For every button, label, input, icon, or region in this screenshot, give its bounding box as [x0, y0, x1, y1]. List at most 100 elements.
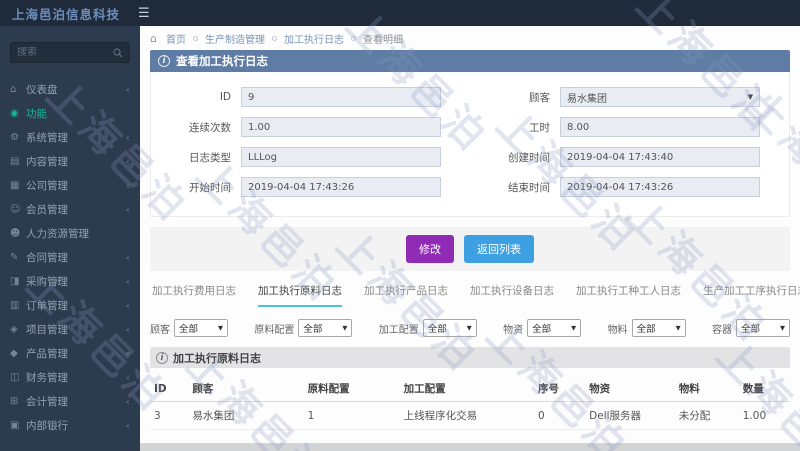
detail-tabs: 加工执行费用日志 加工执行原料日志 加工执行产品日志 加工执行设备日志 加工执行…: [150, 283, 800, 307]
col-quantity: 数量: [738, 376, 790, 402]
breadcrumb-separator: [192, 35, 198, 41]
search-icon: [113, 47, 123, 57]
breadcrumb-detail: 查看明细: [362, 34, 403, 46]
field-label-end-time: 结束时间: [508, 181, 550, 194]
project-icon: ◈: [10, 323, 18, 335]
top-header: 上海邑泊信息科技 ☰: [0, 0, 800, 26]
caret-down-icon: ▼: [342, 324, 348, 332]
panel-title: 查看加工执行日志: [176, 54, 268, 68]
hamburger-menu-icon[interactable]: ☰: [138, 6, 150, 21]
sidebar-nav: ⌂ 仪表盘 ‹ ◉ 功能 ⚙ 系统管理 ‹ ▤ 内容管理 ‹ ▦ 公司管理 ‹ ☺ 会员管理 ‹ ☻ 人…: [0, 77, 140, 437]
member-icon: ☺: [10, 203, 21, 215]
detail-panel: i 查看加工执行日志 ID 9 顾客 易水集团 ▼ 连续次数 1.00 工时 8.00 日…: [150, 50, 790, 217]
field-label-start-time: 开始时间: [189, 181, 231, 194]
caret-down-icon: ▼: [218, 324, 223, 332]
info-icon: i: [158, 55, 170, 67]
sidebar-item-system[interactable]: ⚙ 系统管理 ‹: [0, 125, 140, 149]
sidebar-search[interactable]: [10, 42, 130, 63]
breadcrumb-home[interactable]: 首页: [166, 31, 186, 46]
back-to-list-button[interactable]: 返回列表: [464, 235, 534, 263]
process-config-filter-select[interactable]: 全部 ▼: [422, 319, 477, 337]
chevron-icon: ‹: [125, 202, 130, 216]
tab-product-log[interactable]: 加工执行产品日志: [364, 283, 448, 307]
field-label-id: ID: [219, 91, 231, 103]
filter-label-container: 容器: [711, 324, 732, 336]
container-filter-select[interactable]: 全部 ▼: [735, 319, 790, 337]
filter-label-goods: 物资: [503, 324, 524, 336]
bank-icon: ▣: [10, 419, 20, 431]
filter-label-process-config: 加工配置: [378, 324, 419, 336]
customer-filter-select[interactable]: 全部 ▼: [174, 319, 228, 337]
material-filter-select[interactable]: 全部 ▼: [631, 319, 686, 337]
caret-down-icon: ▼: [466, 324, 472, 332]
finance-icon: ◫: [10, 371, 20, 383]
chevron-icon: ‹: [125, 298, 130, 312]
info-icon: i: [156, 351, 168, 364]
caret-down-icon: ▼: [571, 324, 577, 332]
table-section-title: 加工执行原料日志: [173, 351, 261, 365]
panel-header: i 查看加工执行日志: [150, 50, 790, 72]
breadcrumb-separator: [350, 35, 356, 41]
col-process-config: 加工配置: [399, 376, 534, 402]
breadcrumb-exec-log[interactable]: 加工执行日志: [284, 31, 344, 46]
home-icon: ⌂: [150, 31, 157, 45]
col-customer: 顾客: [188, 376, 304, 402]
log-type-field[interactable]: LLLog: [241, 147, 441, 167]
sidebar-item-finance[interactable]: ◫ 财务管理 ‹: [0, 365, 140, 389]
sidebar-item-hr[interactable]: ☻ 人力资源管理: [0, 221, 140, 245]
caret-down-icon: ▼: [779, 324, 785, 332]
chevron-icon: ‹: [125, 346, 130, 360]
table-row[interactable]: 3 易水集团 1 上线程序化交易 0 Dell服务器 未分配 1.00: [150, 401, 790, 430]
sidebar-item-product[interactable]: ◆ 产品管理 ‹: [0, 341, 140, 365]
sidebar-item-accounting[interactable]: ⊞ 会计管理 ‹: [0, 389, 140, 413]
sidebar-item-contract[interactable]: ✎ 合同管理 ‹: [0, 245, 140, 269]
search-input[interactable]: [17, 47, 113, 58]
detail-form: ID 9 顾客 易水集团 ▼ 连续次数 1.00 工时 8.00 日志类型 LLLog 创建…: [150, 72, 790, 217]
field-label-work-hours: 工时: [529, 121, 550, 134]
content-icon: ▤: [10, 155, 20, 167]
chevron-icon: ‹: [125, 250, 130, 264]
sidebar-item-company[interactable]: ▦ 公司管理 ‹: [0, 173, 140, 197]
caret-down-icon: ▼: [675, 324, 681, 332]
sidebar-item-procurement[interactable]: ◨ 采购管理 ‹: [0, 269, 140, 293]
sidebar-item-project[interactable]: ◈ 项目管理 ‹: [0, 317, 140, 341]
sidebar-item-bank[interactable]: ▣ 内部银行 ‹: [0, 413, 140, 437]
features-icon: ◉: [10, 107, 19, 119]
tab-worker-log[interactable]: 加工执行工种工人日志: [576, 283, 681, 307]
sidebar: ⌂仪表盘‹ ◉功能 ⚙系统管理‹ ▤内容管理‹ ▦公司管理‹ ☺会员管理‹ ☻人…: [0, 26, 140, 451]
modify-button[interactable]: 修改: [406, 235, 454, 263]
create-time-field[interactable]: 2019-04-04 17:43:40: [560, 147, 760, 167]
field-label-create-time: 创建时间: [508, 151, 550, 164]
tab-material-log[interactable]: 加工执行原料日志: [258, 283, 342, 307]
work-hours-field[interactable]: 8.00: [560, 117, 760, 137]
tab-procedure-log[interactable]: 生产加工工序执行日志: [703, 283, 800, 307]
field-label-consecutive-count: 连续次数: [189, 121, 231, 134]
material-log-table: ID 顾客 原料配置 加工配置 序号 物资 物料 数量 3 易水集团 1 上线程…: [150, 376, 790, 430]
chevron-icon: ‹: [125, 370, 130, 384]
caret-down-icon: ▼: [747, 93, 753, 101]
company-icon: ▦: [10, 179, 20, 191]
system-icon: ⚙: [10, 131, 19, 143]
field-label-customer: 顾客: [529, 91, 550, 104]
sidebar-item-content[interactable]: ▤ 内容管理 ‹: [0, 149, 140, 173]
table-header-row: ID 顾客 原料配置 加工配置 序号 物资 物料 数量: [150, 376, 790, 402]
sidebar-item-member[interactable]: ☺ 会员管理 ‹: [0, 197, 140, 221]
sidebar-item-features[interactable]: ◉ 功能: [0, 101, 140, 125]
consecutive-count-field[interactable]: 1.00: [241, 117, 441, 137]
material-config-filter-select[interactable]: 全部 ▼: [298, 319, 353, 337]
chevron-icon: ‹: [125, 130, 130, 144]
chevron-icon: ‹: [125, 154, 130, 168]
customer-select[interactable]: 易水集团 ▼: [560, 87, 760, 107]
tab-equipment-log[interactable]: 加工执行设备日志: [470, 283, 554, 307]
goods-filter-select[interactable]: 全部 ▼: [527, 319, 582, 337]
end-time-field[interactable]: 2019-04-04 17:43:26: [560, 177, 760, 197]
start-time-field[interactable]: 2019-04-04 17:43:26: [241, 177, 441, 197]
id-field[interactable]: 9: [241, 87, 441, 107]
sidebar-item-dashboard[interactable]: ⌂ 仪表盘 ‹: [0, 77, 140, 101]
chevron-icon: ‹: [125, 82, 130, 96]
tab-cost-log[interactable]: 加工执行费用日志: [152, 283, 236, 307]
col-id: ID: [150, 376, 189, 402]
sidebar-item-order[interactable]: ▥ 订单管理 ‹: [0, 293, 140, 317]
breadcrumb-manufacturing[interactable]: 生产制造管理: [205, 31, 265, 46]
breadcrumb: ⌂ 首页 生产制造管理 加工执行日志 查看明细: [150, 26, 790, 50]
